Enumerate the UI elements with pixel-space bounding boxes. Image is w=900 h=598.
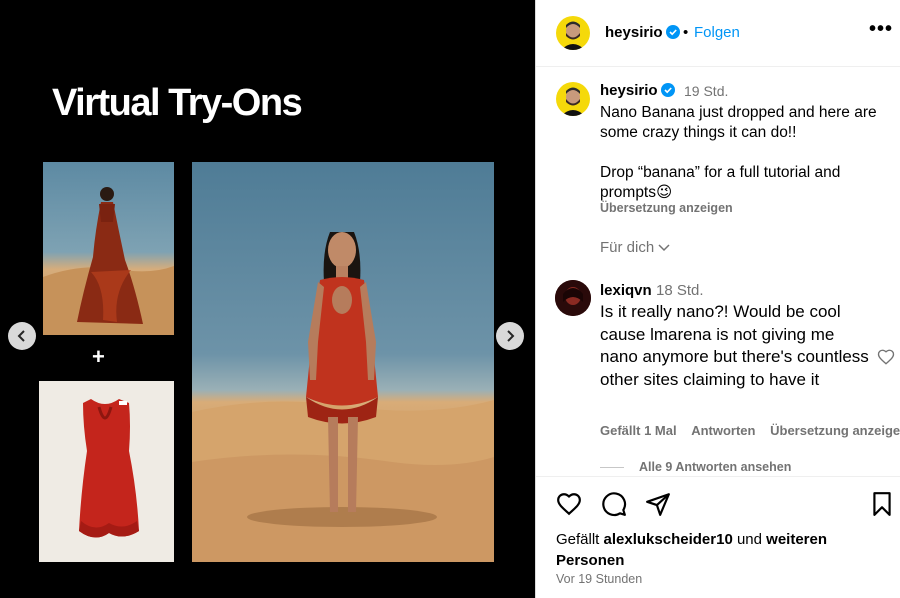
share-button[interactable] [645,491,671,517]
post-timestamp[interactable]: Vor 19 Stunden [556,572,642,586]
for-you-link[interactable]: Für dich [600,239,670,256]
separator-dot: • [683,24,689,41]
post-header: heysirio • Folgen ••• [536,0,900,67]
header-username[interactable]: heysirio [605,24,680,41]
caption-timestamp[interactable]: 19 Std. [684,83,728,99]
likes-summary: Gefällt alexlukscheider10 und weiteren P… [556,531,828,569]
bookmark-icon [873,492,891,516]
chevron-right-icon [507,330,515,342]
plus-sign: + [92,344,105,369]
paper-plane-icon [646,493,670,516]
avatar[interactable] [556,16,590,50]
media-title: Virtual Try-Ons [52,82,303,124]
chevron-down-icon [658,244,670,252]
save-button[interactable] [869,491,895,517]
reply-button[interactable]: Antworten [691,423,755,438]
caption-avatar[interactable] [556,82,590,116]
follow-button[interactable]: Folgen [694,24,740,41]
post-sidebar: heysirio • Folgen ••• heysirio 19 Std. N… [535,0,900,598]
caption-username[interactable]: heysirio [600,82,675,99]
heart-icon [557,493,581,516]
model-photo [192,162,494,562]
caption-line-2: Drop “banana” for a full tutorial and pr… [600,164,841,201]
comment-timestamp[interactable]: 18 Std. [656,282,704,299]
view-replies-link[interactable]: Alle 9 Antworten ansehen [639,460,791,474]
next-slide-button[interactable] [496,322,524,350]
actions-divider [536,476,900,477]
caption-line-1: Nano Banana just dropped and here are so… [600,104,877,141]
comment-translate-link[interactable]: Übersetzung anzeigen [770,423,900,438]
liker-username[interactable]: alexlukscheider10 [604,531,733,548]
gown-photo [43,162,174,335]
comment-button[interactable] [601,491,627,517]
verified-badge-icon [665,25,680,39]
comment-avatar[interactable] [555,280,591,316]
wink-emoji: 😉 [656,184,673,201]
previous-slide-button[interactable] [8,322,36,350]
more-options-icon[interactable]: ••• [869,18,893,41]
verified-badge-icon [660,83,675,97]
post-media: Virtual Try-Ons + [0,0,535,598]
comment-meta: Gefällt 1 Mal Antworten Übersetzung anze… [600,423,900,438]
comment-likes-count[interactable]: Gefällt 1 Mal [600,423,677,438]
speech-bubble-icon [602,492,627,517]
chevron-left-icon [17,330,25,342]
caption-text: Nano Banana just dropped and here are so… [600,103,890,203]
show-translation-link[interactable]: Übersetzung anzeigen [600,201,733,215]
comment-like-icon[interactable] [877,348,895,366]
dress-photo [39,381,174,562]
comment-username[interactable]: lexiqvn [600,282,652,299]
comment-text: Is it really nano?! Would be cool cause … [600,302,869,389]
like-button[interactable] [556,491,582,517]
replies-divider [600,467,624,468]
